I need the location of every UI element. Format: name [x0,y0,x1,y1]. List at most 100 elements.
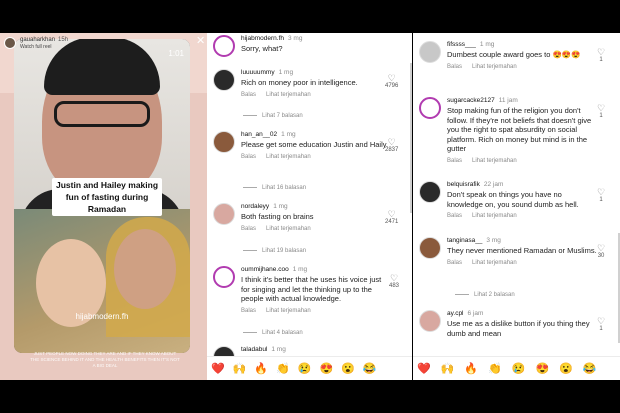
translate-link[interactable]: Lihat terjemahan [472,260,517,266]
close-icon[interactable]: ✕ [196,34,205,47]
comment-time: 1 mg [273,203,288,210]
watch-full-reel-link[interactable]: Watch full reel [20,44,68,50]
comment-username[interactable]: ay.cpl [447,310,464,317]
heart-icon[interactable]: ♡ [390,273,398,283]
fire-emoji-icon[interactable]: 🔥 [254,362,268,376]
crying-emoji-icon[interactable]: 😢 [298,362,312,376]
comment-text: I think it's better that he uses his voi… [241,275,382,303]
like-control[interactable]: ♡ 30 [597,243,605,259]
translate-link[interactable]: Lihat terjemahan [266,92,311,98]
avatar[interactable] [419,310,441,332]
like-control[interactable]: ♡ 4796 [385,73,398,89]
comment-username[interactable]: belquisrafik [447,181,480,188]
heart-icon[interactable]: ♡ [597,47,605,57]
comment-time: 1 mg [271,346,286,353]
comment-username[interactable]: fifssss___ [447,41,476,48]
like-control[interactable]: ♡ 2471 [385,209,398,225]
raised-hands-emoji-icon[interactable]: 🙌 [233,362,247,376]
comment-text: Sorry, what? [241,44,283,53]
like-count: 1 [599,197,603,203]
comment-username[interactable]: hijabmodern.fh [241,35,284,42]
reply-button[interactable]: Balas [241,226,256,232]
avatar[interactable] [419,181,441,203]
scrollbar[interactable] [410,63,412,213]
comment-text: Use me as a dislike button if you thing … [447,319,590,338]
translate-link[interactable]: Lihat terjemahan [472,64,517,70]
like-control[interactable]: ♡ 483 [389,273,399,289]
comment-item: fifssss___ 1 mg Dumbest couple award goes… [419,41,597,70]
heart-icon[interactable]: ♡ [597,243,605,253]
avatar[interactable] [213,131,235,153]
like-control[interactable]: ♡ 1 [597,187,605,203]
avatar[interactable] [213,35,235,57]
comment-username[interactable]: luuuuummy [241,69,275,76]
emoji-reaction-bar: ❤️ 🙌 🔥 👏 😢 😍 😮 😂 [207,356,412,380]
comment-text: Stop making fun of the religion you don'… [447,106,592,153]
heart-eyes-emoji-icon[interactable]: 😍 [320,362,334,376]
heart-icon[interactable]: ♡ [388,209,396,219]
translate-link[interactable]: Lihat terjemahan [266,226,311,232]
like-control[interactable]: ♡ 1 [597,47,605,63]
avatar[interactable] [213,266,235,288]
surprised-emoji-icon[interactable]: 😮 [559,362,573,376]
translate-link[interactable]: Lihat terjemahan [266,154,311,160]
view-replies-link[interactable]: Lihat 7 balasan [243,113,303,119]
reply-button[interactable]: Balas [447,260,462,266]
fire-emoji-icon[interactable]: 🔥 [464,362,478,376]
story-username[interactable]: gauaharkhan [20,37,55,43]
letterbox-top [0,0,620,33]
like-control[interactable]: ♡ 1 [597,316,605,332]
heart-icon[interactable]: ♡ [597,316,605,326]
raised-hands-emoji-icon[interactable]: 🙌 [441,362,455,376]
comment-username[interactable]: nordaleyy [241,203,269,210]
surprised-emoji-icon[interactable]: 😮 [341,362,355,376]
reply-button[interactable]: Balas [241,154,256,160]
clap-emoji-icon[interactable]: 👏 [488,362,502,376]
reply-button[interactable]: Balas [447,213,462,219]
comment-username[interactable]: oummijhane.coo [241,266,289,273]
comment-username[interactable]: tanginasa__ [447,237,482,244]
view-replies-link[interactable]: Lihat 19 balasan [243,248,306,254]
translate-link[interactable]: Lihat terjemahan [266,308,311,314]
avatar[interactable] [213,203,235,225]
comment-time: 1 mg [479,41,495,48]
comments-panel-right: fifssss___ 1 mg Dumbest couple award goes… [413,33,620,380]
heart-emoji-icon[interactable]: ❤️ [417,362,431,376]
comment-item: oummijhane.coo 1 mg I think it's better t… [213,266,391,314]
heart-icon[interactable]: ♡ [597,103,605,113]
heart-emoji-icon[interactable]: ❤️ [211,362,225,376]
like-control[interactable]: ♡ 1 [597,103,605,119]
reply-button[interactable]: Balas [241,92,256,98]
translate-link[interactable]: Lihat terjemahan [472,213,517,219]
comment-username[interactable]: taladabul [241,346,267,353]
crying-emoji-icon[interactable]: 😢 [512,362,526,376]
reel-video[interactable]: 1:01 Justin and Hailey making fun of fas… [14,39,190,353]
avatar[interactable] [419,97,441,119]
comment-text: Please get some education Justin and Hai… [241,140,389,149]
heart-icon[interactable]: ♡ [388,73,396,83]
view-replies-link[interactable]: Lihat 16 balasan [243,185,306,191]
clap-emoji-icon[interactable]: 👏 [276,362,290,376]
view-replies-link[interactable]: Lihat 4 balasan [243,330,303,336]
heart-icon[interactable]: ♡ [597,187,605,197]
translate-link[interactable]: Lihat terjemahan [472,158,517,164]
comment-text: Rich on money poor in intelligence. [241,78,358,87]
reply-button[interactable]: Balas [447,158,462,164]
avatar[interactable] [419,237,441,259]
like-count: 30 [597,253,605,259]
heart-icon[interactable]: ♡ [388,137,396,147]
laughing-emoji-icon[interactable]: 😂 [363,362,377,376]
view-replies-link[interactable]: Lihat 2 balasan [455,292,515,298]
avatar[interactable] [213,69,235,91]
letterbox-bottom [0,380,620,413]
avatar[interactable] [4,37,16,49]
reply-button[interactable]: Balas [447,64,462,70]
heart-eyes-emoji-icon[interactable]: 😍 [536,362,550,376]
comment-username[interactable]: han_an__02 [241,131,277,138]
laughing-emoji-icon[interactable]: 😂 [583,362,597,376]
comment-username[interactable]: sugarcacke2127 [447,97,495,104]
reply-button[interactable]: Balas [241,308,256,314]
like-count: 1 [599,326,603,332]
avatar[interactable] [419,41,441,63]
like-control[interactable]: ♡ 2837 [385,137,398,153]
